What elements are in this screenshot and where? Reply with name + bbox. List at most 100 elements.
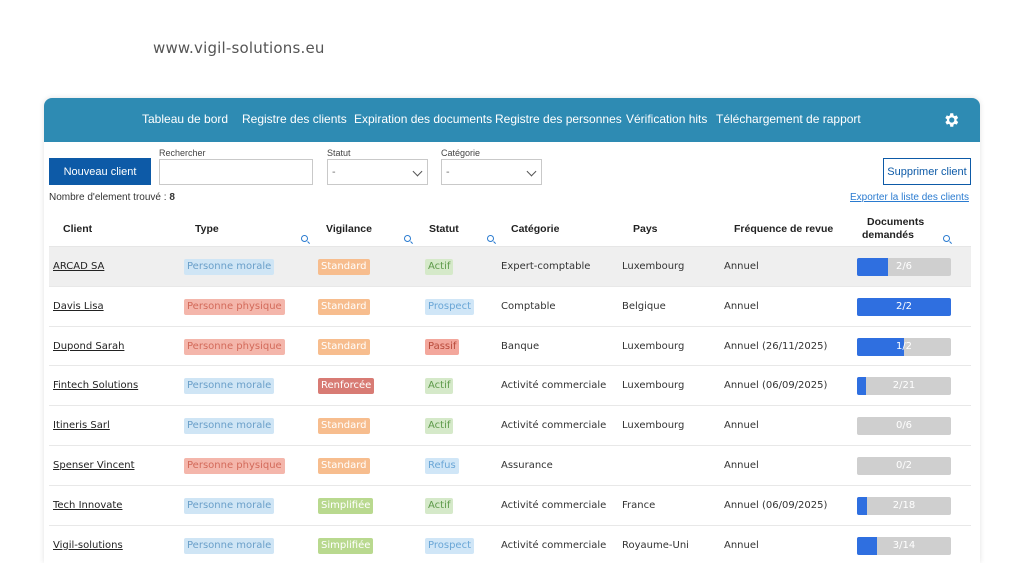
col-type[interactable]: Type — [195, 223, 219, 235]
nav-registre-personnes[interactable]: Registre des personnes — [495, 112, 622, 126]
chevron-down-icon — [526, 166, 537, 177]
table-row[interactable]: Fintech Solutions Personne morale Renforcé… — [49, 366, 971, 407]
category-cell: Activité commerciale — [501, 420, 607, 432]
status-badge: Actif — [425, 378, 454, 395]
nav-expiration-documents[interactable]: Expiration des documents — [354, 112, 492, 126]
documents-count: 0/6 — [895, 420, 913, 432]
category-cell: Banque — [501, 340, 540, 352]
nav-tableau-de-bord[interactable]: Tableau de bord — [142, 112, 228, 126]
table-row[interactable]: Dupond Sarah Personne physique Standard Pas… — [49, 327, 971, 367]
country-cell: Luxembourg — [622, 340, 685, 352]
documents-progress[interactable]: 3/14 — [857, 536, 951, 555]
table-row[interactable]: Tech Innovate Personne morale Simplifiée Ac… — [49, 486, 971, 526]
type-badge: Personne physique — [184, 298, 285, 315]
table-row[interactable]: ARCAD SA Personne morale Standard Actif Expe… — [49, 247, 971, 287]
vigilance-badge: Simplifiée — [318, 537, 374, 554]
country-cell: France — [622, 499, 656, 511]
review-frequency-cell: Annuel (26/11/2025) — [724, 340, 828, 352]
type-badge: Personne physique — [184, 338, 285, 355]
table-row[interactable]: Davis Lisa Personne physique Standard Prosp… — [49, 287, 971, 327]
review-frequency-cell: Annuel — [724, 459, 759, 471]
category-cell: Activité commerciale — [501, 539, 607, 551]
client-link[interactable]: Vigil-solutions — [53, 540, 123, 551]
documents-progress[interactable]: 2/18 — [857, 496, 951, 515]
nav-verification-hits[interactable]: Vérification hits — [626, 112, 707, 126]
type-badge: Personne physique — [184, 457, 285, 474]
col-documents-2[interactable]: demandés — [862, 229, 914, 241]
nav-registre-clients[interactable]: Registre des clients — [242, 112, 347, 126]
gear-icon[interactable] — [942, 111, 960, 129]
col-client[interactable]: Client — [63, 223, 92, 235]
search-icon[interactable] — [404, 235, 411, 242]
status-badge: Refus — [425, 457, 459, 474]
country-cell: Belgique — [622, 300, 666, 312]
nav-telechargement-rapport[interactable]: Téléchargement de rapport — [716, 112, 861, 126]
col-frequence[interactable]: Fréquence de revue — [734, 223, 833, 235]
documents-progress[interactable]: 0/2 — [857, 456, 951, 475]
documents-progress[interactable]: 2/6 — [857, 258, 951, 276]
result-count-value: 8 — [169, 192, 175, 203]
status-select-value: - — [332, 167, 336, 178]
category-cell: Comptable — [501, 300, 556, 312]
documents-count: 2/2 — [895, 300, 913, 312]
category-select[interactable]: - — [441, 159, 542, 185]
client-link[interactable]: Davis Lisa — [53, 301, 104, 312]
client-link[interactable]: Fintech Solutions — [53, 380, 138, 391]
documents-count: 2/6 — [895, 261, 913, 272]
vigilance-badge: Standard — [318, 338, 370, 355]
documents-progress[interactable]: 0/6 — [857, 417, 951, 436]
search-icon[interactable] — [487, 235, 494, 242]
status-label: Statut — [327, 148, 351, 158]
documents-count: 0/2 — [895, 459, 913, 471]
documents-progress[interactable]: 2/21 — [857, 377, 951, 396]
table-header: Client Type Vigilance Statut Catégorie P… — [49, 211, 971, 247]
col-categorie[interactable]: Catégorie — [511, 223, 559, 235]
client-link[interactable]: Spenser Vincent — [53, 460, 134, 471]
documents-count: 2/18 — [892, 499, 916, 511]
client-link[interactable]: ARCAD SA — [53, 261, 104, 272]
vigilance-badge: Standard — [318, 457, 370, 474]
category-cell: Activité commerciale — [501, 380, 607, 392]
result-count-label: Nombre d'element trouvé : — [49, 192, 170, 203]
documents-progress[interactable]: 2/2 — [857, 297, 951, 316]
type-badge: Personne morale — [184, 418, 275, 435]
col-pays[interactable]: Pays — [633, 223, 658, 235]
client-link[interactable]: Tech Innovate — [53, 500, 122, 511]
review-frequency-cell: Annuel — [724, 420, 759, 432]
status-badge: Actif — [425, 497, 454, 514]
country-cell: Luxembourg — [622, 420, 685, 432]
new-client-button[interactable]: Nouveau client — [49, 158, 151, 185]
table-row[interactable]: Vigil-solutions Personne morale Simplifiée… — [49, 526, 971, 563]
col-statut[interactable]: Statut — [429, 223, 459, 235]
review-frequency-cell: Annuel — [724, 261, 759, 272]
status-badge: Actif — [425, 259, 454, 275]
category-cell: Activité commerciale — [501, 499, 607, 511]
category-label: Catégorie — [441, 148, 481, 158]
vigilance-badge: Standard — [318, 298, 370, 315]
search-icon[interactable] — [301, 235, 308, 242]
category-cell: Expert-comptable — [501, 261, 591, 272]
col-documents[interactable]: Documents — [867, 216, 924, 228]
export-clients-link[interactable]: Exporter la liste des clients — [850, 192, 969, 203]
table-row[interactable]: Itineris Sarl Personne morale Standard Acti… — [49, 406, 971, 446]
client-link[interactable]: Itineris Sarl — [53, 420, 110, 431]
client-link[interactable]: Dupond Sarah — [53, 341, 124, 352]
documents-count: 2/21 — [892, 380, 916, 392]
delete-client-button[interactable]: Supprimer client — [883, 158, 971, 185]
table-row[interactable]: Spenser Vincent Personne physique Standard… — [49, 446, 971, 486]
col-vigilance[interactable]: Vigilance — [326, 223, 372, 235]
search-input[interactable] — [159, 159, 313, 185]
review-frequency-cell: Annuel (06/09/2025) — [724, 499, 828, 511]
chevron-down-icon — [412, 166, 423, 177]
documents-progress[interactable]: 1/2 — [857, 337, 951, 356]
top-nav: Tableau de bord Registre des clients Exp… — [44, 98, 980, 142]
search-icon[interactable] — [943, 235, 950, 242]
type-badge: Personne morale — [184, 497, 275, 514]
status-select[interactable]: - — [327, 159, 428, 185]
status-badge: Passif — [425, 338, 460, 355]
search-label: Rechercher — [159, 148, 206, 158]
vigilance-badge: Simplifiée — [318, 497, 374, 514]
vigilance-badge: Renforcée — [318, 378, 375, 395]
review-frequency-cell: Annuel (06/09/2025) — [724, 380, 828, 392]
table-body: ARCAD SA Personne morale Standard Actif Expe… — [49, 247, 971, 563]
